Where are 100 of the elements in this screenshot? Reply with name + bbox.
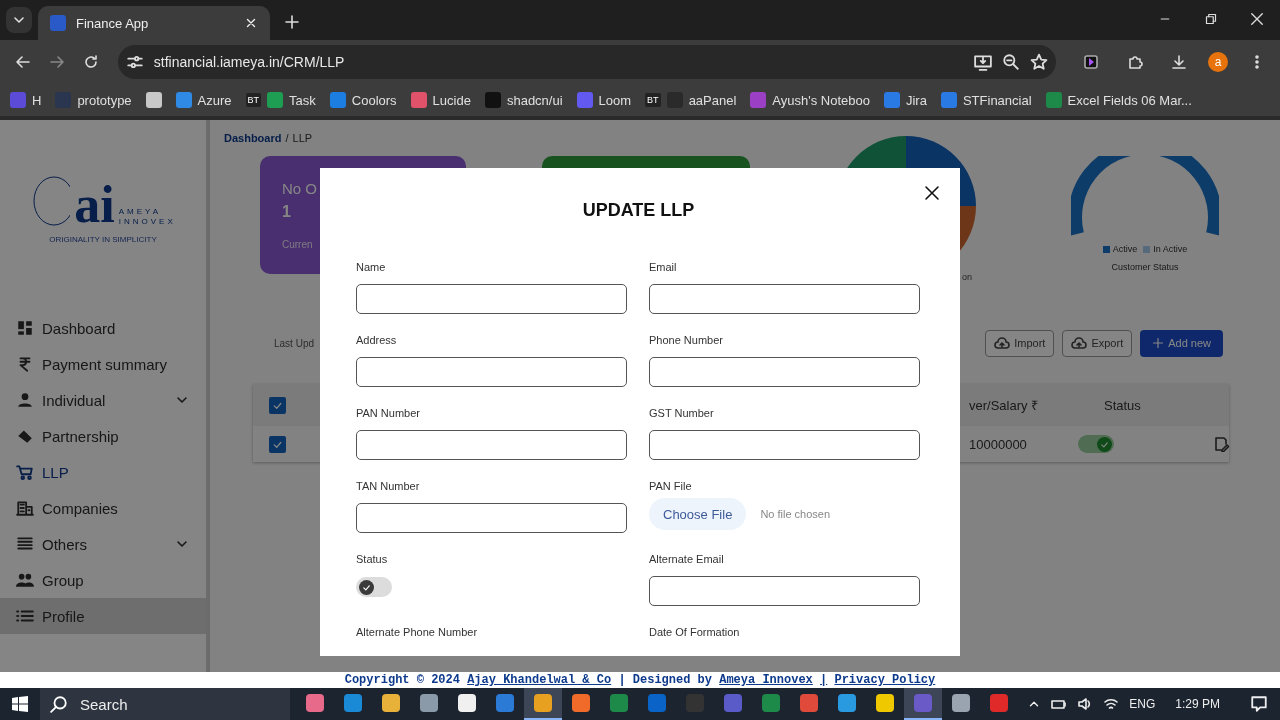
field-label: Phone Number — [649, 334, 724, 348]
row-checkbox[interactable] — [269, 435, 286, 453]
field-label: Email — [649, 261, 678, 275]
status-toggle[interactable] — [1078, 435, 1115, 453]
close-icon — [244, 16, 258, 30]
footer-link[interactable]: | — [820, 673, 828, 687]
chart-caption: on — [962, 272, 972, 282]
breadcrumb-link[interactable]: Dashboard — [224, 132, 282, 144]
footer-link[interactable]: Ajay Khandelwal & Co — [467, 673, 612, 687]
toolbar-button[interactable]: Export — [1062, 329, 1133, 357]
plus-icon — [1152, 337, 1165, 349]
app-icon — [382, 694, 400, 712]
favicon-icon — [50, 15, 66, 31]
logo-mark: ai — [74, 182, 115, 227]
add-button[interactable]: Add new — [1140, 329, 1223, 357]
plus-icon — [284, 14, 300, 30]
sidebar-item[interactable]: Profile — [0, 598, 206, 634]
tab-search-button[interactable] — [6, 7, 32, 33]
app-icon — [648, 694, 666, 712]
new-tab-button[interactable] — [282, 12, 302, 32]
column-header: Status — [1104, 397, 1142, 413]
bookmark[interactable]: Loom — [576, 92, 632, 108]
language-indicator[interactable]: ENG — [1129, 697, 1156, 711]
field-label: TAN Number — [356, 480, 421, 494]
bookmark[interactable]: BT aaPanel — [645, 92, 737, 108]
edit-button[interactable] — [1213, 436, 1229, 452]
field-label: Status — [356, 553, 389, 567]
sidebar-item[interactable]: Group — [0, 562, 206, 598]
app-icon — [990, 694, 1008, 712]
text-field[interactable] — [356, 503, 627, 533]
status-toggle[interactable] — [356, 577, 392, 597]
text-field[interactable] — [649, 284, 920, 314]
copyright-text: Copyright © 2024 Ajay Khandelwal & Co | Designed by Ameya Innovex | Privacy Policy — [344, 673, 936, 687]
address-bar[interactable]: stfinancial.iameya.in/CRM/LLP — [117, 45, 1056, 79]
bookmark[interactable]: STFinancial — [940, 92, 1032, 108]
bookmark[interactable] — [145, 92, 162, 108]
sidebar-item[interactable]: Companies — [0, 490, 206, 526]
logo-tagline: ORIGINALITY IN SIMPLICITY — [49, 234, 157, 244]
breadcrumb-current: LLP — [292, 132, 313, 144]
cart-icon — [16, 463, 34, 481]
text-field[interactable] — [649, 430, 920, 460]
dialog-title: UPDATE LLP — [581, 200, 696, 221]
cloud-icon — [994, 335, 1011, 351]
text-field[interactable] — [649, 576, 920, 606]
notification-icon — [1250, 695, 1268, 713]
text-field[interactable] — [356, 357, 627, 387]
text-field[interactable] — [356, 430, 627, 460]
edit-icon — [1213, 436, 1229, 452]
arrow-left-icon — [14, 54, 31, 70]
close-button[interactable] — [924, 185, 940, 201]
footer-link[interactable]: Ameya Innovex — [719, 673, 813, 687]
text-field[interactable] — [649, 357, 920, 387]
app-icon — [344, 694, 362, 712]
card-title: No O — [282, 180, 318, 197]
file-status-text: No file chosen — [760, 508, 831, 520]
bookmark[interactable]: Lucide — [410, 92, 471, 108]
clock[interactable]: 1:29 PM — [1175, 697, 1220, 711]
toolbar-button[interactable]: Import — [985, 329, 1055, 357]
sidebar-item[interactable]: Payment summary — [0, 346, 206, 382]
wifi-icon — [1103, 696, 1120, 712]
app-icon — [306, 694, 324, 712]
app-icon — [610, 694, 628, 712]
people-icon — [16, 571, 34, 589]
bookmark[interactable]: Ayush's Noteboo — [750, 92, 870, 108]
bookmark[interactable]: Excel Fields 06 Mar... — [1045, 92, 1192, 108]
field-label: Name — [356, 261, 387, 275]
bookmark[interactable]: prototype — [55, 92, 132, 108]
breadcrumb-separator: / — [285, 132, 289, 144]
field-label: Alternate Phone Number — [356, 626, 479, 640]
sidebar-item[interactable]: Partnership — [0, 418, 206, 454]
bookmark[interactable]: shadcn/ui — [484, 92, 563, 108]
sidebar-item[interactable]: Individual — [0, 382, 206, 418]
reload-icon — [82, 54, 99, 70]
choose-file-button[interactable]: Choose File — [649, 498, 747, 530]
app-icon — [762, 694, 780, 712]
browser-tab[interactable]: Finance App — [38, 6, 270, 40]
app-icon — [838, 694, 856, 712]
bookmark-badge: BT — [645, 93, 661, 107]
sidebar-item[interactable]: Dashboard — [0, 310, 206, 346]
sidebar-item[interactable]: Others — [0, 526, 206, 562]
bookmark[interactable]: Jira — [884, 92, 927, 108]
bookmark[interactable]: BT Task — [245, 92, 316, 108]
bookmark[interactable]: Azure — [175, 92, 232, 108]
bookmark[interactable]: H — [10, 92, 42, 108]
field-label: GST Number — [649, 407, 715, 421]
logo-name: INNOVEX — [118, 216, 176, 227]
app-icon — [534, 694, 552, 712]
bookmark[interactable]: Coolors — [329, 92, 397, 108]
download-icon — [1171, 54, 1187, 70]
select-all-checkbox[interactable] — [269, 396, 286, 414]
text-field[interactable] — [356, 284, 627, 314]
app-icon — [458, 694, 476, 712]
footer-link[interactable]: Privacy Policy — [834, 673, 936, 687]
sidebar-item[interactable]: LLP — [0, 454, 206, 490]
person-icon — [16, 391, 34, 409]
restore-icon — [1205, 13, 1217, 25]
puzzle-icon — [1127, 54, 1143, 70]
card-note: Curren — [282, 239, 314, 250]
arrow-right-icon — [48, 54, 65, 70]
search-field[interactable]: Search — [40, 688, 290, 720]
